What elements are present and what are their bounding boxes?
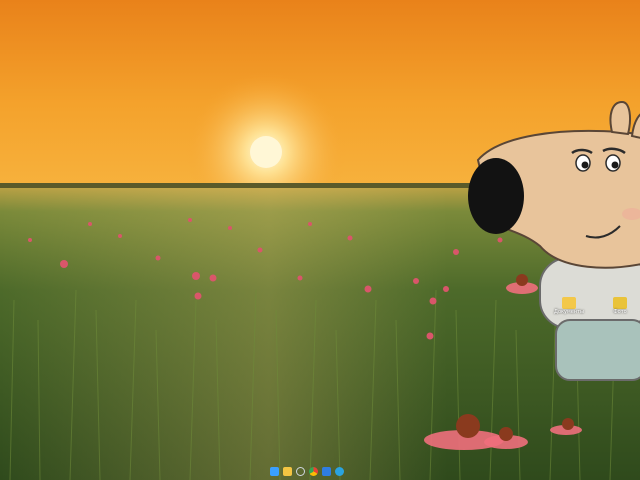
wallpaper [0,0,640,480]
folder-icon [562,297,576,309]
app-icon[interactable] [322,467,331,476]
search-icon[interactable] [296,467,305,476]
desktop-icon-label: Фото [613,309,627,315]
photos-icon [613,297,627,309]
taskbar-icons [270,466,344,477]
desktop-icon-photos[interactable]: Фото [600,297,640,315]
taskbar [0,462,640,480]
folder-icon[interactable] [283,467,292,476]
desktop-icon-documents[interactable]: Документы [549,297,589,315]
telegram-icon[interactable] [335,467,344,476]
desktop[interactable]: Документы Фото [0,0,640,480]
windows-start-icon[interactable] [270,467,279,476]
desktop-icon-label: Документы [554,309,584,315]
chrome-icon[interactable] [309,467,318,476]
